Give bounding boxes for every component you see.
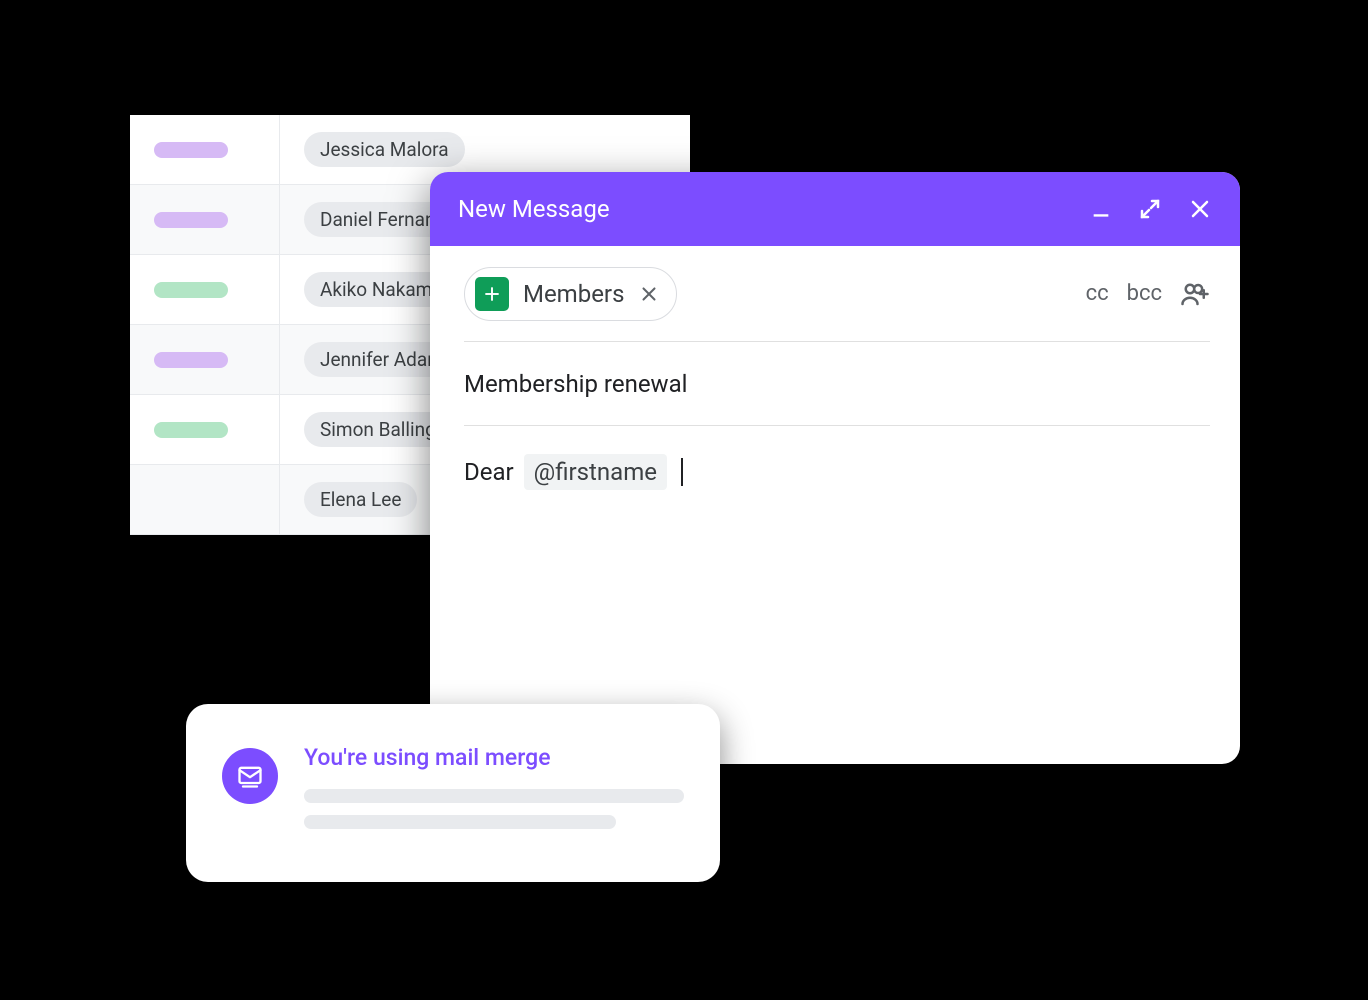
merge-tag[interactable]: @firstname (524, 454, 667, 490)
add-recipients-icon[interactable] (1180, 279, 1210, 309)
text-cursor (681, 458, 683, 486)
recipient-chip[interactable]: Members (464, 267, 677, 321)
tag-pill (154, 212, 228, 228)
recipients-row[interactable]: Members cc bcc (464, 246, 1210, 342)
tag-pill (154, 352, 228, 368)
cc-button[interactable]: cc (1086, 281, 1109, 306)
compose-body-input[interactable]: Dear @firstname (464, 426, 1210, 490)
expand-icon[interactable] (1138, 197, 1162, 221)
tag-pill (154, 422, 228, 438)
close-icon[interactable] (1188, 197, 1212, 221)
body-prefix: Dear (464, 458, 514, 486)
remove-recipient-icon[interactable] (638, 283, 660, 305)
compose-title: New Message (458, 195, 1090, 223)
placeholder-line (304, 789, 684, 803)
placeholder-line (304, 815, 616, 829)
bcc-button[interactable]: bcc (1127, 281, 1162, 306)
subject-text: Membership renewal (464, 370, 687, 398)
mail-merge-toast: You're using mail merge (186, 704, 720, 882)
subject-input[interactable]: Membership renewal (464, 342, 1210, 426)
contact-chip[interactable]: Jessica Malora (304, 132, 465, 167)
minimize-icon[interactable] (1090, 198, 1112, 220)
mail-merge-icon (222, 748, 278, 804)
tag-pill (154, 282, 228, 298)
recipient-chip-label: Members (523, 280, 624, 308)
toast-title: You're using mail merge (304, 744, 684, 771)
compose-header: New Message (430, 172, 1240, 246)
tag-pill (154, 142, 228, 158)
compose-window: New Message Members (430, 172, 1240, 764)
sheets-icon (475, 277, 509, 311)
contact-chip[interactable]: Elena Lee (304, 482, 417, 517)
